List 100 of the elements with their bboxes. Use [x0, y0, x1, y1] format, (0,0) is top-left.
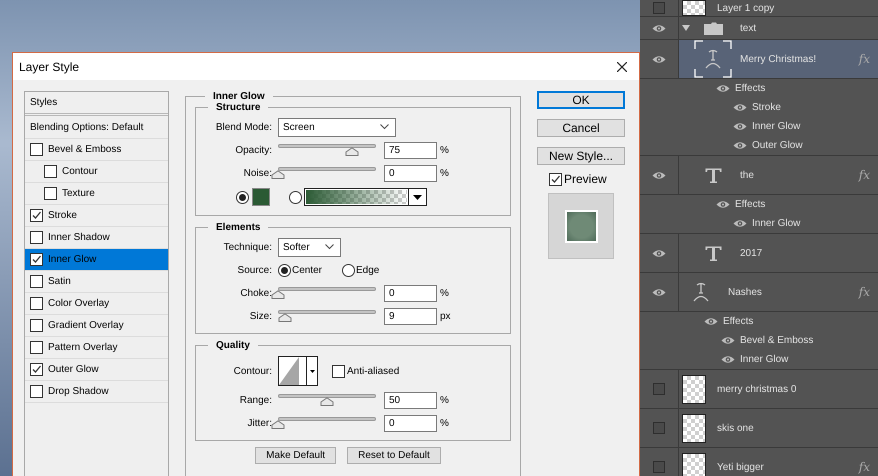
checkbox-label: Anti-aliased — [347, 366, 400, 376]
effects-label: fx — [858, 52, 870, 66]
effect-name: Effects — [735, 83, 766, 94]
effect-name: Inner Glow — [752, 218, 800, 229]
unit-label: px — [440, 310, 451, 322]
layer-name: text — [740, 22, 756, 34]
section-title: Structure — [215, 102, 262, 113]
unit-label: % — [440, 394, 449, 406]
dropdown[interactable]: Screen — [278, 118, 396, 136]
radio-button[interactable] — [342, 264, 356, 276]
style-item[interactable]: Stroke — [25, 205, 168, 227]
number-field[interactable]: 75 — [384, 142, 437, 158]
checkbox[interactable] — [30, 231, 43, 244]
layer-row[interactable]: Yeti bigger fx — [640, 448, 878, 476]
radio-button[interactable] — [289, 190, 302, 204]
layer-row[interactable]: Merry Christmas! fx — [640, 40, 878, 79]
section-title: Quality — [215, 340, 251, 351]
checkbox[interactable] — [30, 253, 43, 266]
checkbox[interactable] — [30, 385, 43, 398]
style-item[interactable]: Gradient Overlay — [25, 315, 168, 337]
field-label: Technique: — [222, 242, 272, 252]
chevron-icon — [325, 244, 334, 250]
type-icon — [704, 246, 722, 260]
window-title: Layer Style — [19, 60, 80, 74]
style-item[interactable]: Pattern Overlay — [25, 337, 168, 359]
checkbox[interactable] — [30, 297, 43, 310]
slider-thumb[interactable] — [271, 420, 285, 429]
checkbox[interactable] — [44, 187, 57, 200]
style-label: Inner Shadow — [48, 232, 110, 243]
color-swatch[interactable] — [252, 188, 270, 206]
checkbox[interactable] — [30, 319, 43, 332]
number-field[interactable]: 9 — [384, 308, 437, 324]
checkbox[interactable] — [549, 172, 562, 186]
visibility-toggle[interactable] — [653, 383, 665, 395]
checkbox[interactable] — [30, 341, 43, 354]
checkbox[interactable] — [30, 275, 43, 288]
field-label: Range: — [238, 394, 272, 406]
effects-label: fx — [858, 460, 870, 474]
effect-name: Stroke — [752, 102, 781, 113]
field-label: Opacity: — [234, 144, 272, 156]
number-field[interactable]: 0 — [384, 414, 437, 432]
slider-thumb[interactable] — [271, 290, 285, 299]
visibility-toggle[interactable] — [653, 422, 665, 434]
style-item[interactable]: Contour — [25, 161, 168, 183]
action-button[interactable]: Reset to Default — [347, 447, 441, 464]
action-button[interactable]: Make Default — [255, 447, 336, 464]
field-label: Source: — [236, 264, 272, 276]
radio-button[interactable] — [278, 264, 291, 276]
contour-picker[interactable] — [278, 356, 318, 386]
action-button[interactable]: Cancel — [537, 119, 625, 137]
layer-row[interactable]: the fx — [640, 156, 878, 195]
visibility-toggle[interactable] — [653, 2, 665, 14]
action-button[interactable]: New Style... — [537, 147, 625, 165]
style-item[interactable]: Drop Shadow — [25, 381, 168, 403]
expand-triangle-icon[interactable] — [682, 25, 690, 31]
preview-swatch — [564, 210, 598, 242]
section-title: Inner Glow — [212, 91, 266, 102]
effect-name: Effects — [723, 316, 754, 327]
style-item[interactable]: Color Overlay — [25, 293, 168, 315]
warped-type-icon — [705, 49, 721, 69]
caret-icon — [413, 194, 422, 200]
style-item[interactable]: Blending Options: Default — [25, 116, 168, 139]
checkbox[interactable] — [30, 209, 43, 222]
style-item[interactable]: Bevel & Emboss — [25, 139, 168, 161]
caret-icon — [310, 370, 314, 372]
checkbox[interactable] — [44, 165, 57, 178]
visibility-toggle[interactable] — [653, 461, 665, 473]
layer-row[interactable]: Layer 1 copy — [640, 0, 878, 17]
field-label: Choke: — [239, 288, 272, 298]
number-field[interactable]: 0 — [384, 164, 437, 182]
layer-row[interactable]: Nashes fx — [640, 273, 878, 312]
style-label: Gradient Overlay — [48, 320, 124, 331]
number-field[interactable]: 50 — [384, 392, 437, 408]
style-item[interactable]: Outer Glow — [25, 359, 168, 381]
checkbox[interactable] — [332, 364, 345, 378]
style-item[interactable]: Styles — [25, 92, 168, 116]
layer-row[interactable]: merry christmas 0 — [640, 370, 878, 409]
layer-name: Layer 1 copy — [717, 2, 774, 14]
checkbox[interactable] — [30, 363, 43, 376]
checkbox[interactable] — [30, 143, 43, 156]
gradient-picker[interactable] — [304, 188, 427, 206]
folder-icon — [704, 22, 722, 34]
effect-name: Inner Glow — [740, 354, 788, 365]
layer-row[interactable]: 2017 — [640, 234, 878, 273]
check-icon — [31, 254, 42, 265]
layer-row[interactable]: skis one — [640, 409, 878, 448]
style-label: Contour — [62, 166, 98, 177]
style-item[interactable]: Texture — [25, 183, 168, 205]
radio-button[interactable] — [236, 190, 249, 204]
warped-type-icon — [693, 282, 709, 302]
style-item[interactable]: Satin — [25, 271, 168, 293]
style-label: Color Overlay — [48, 298, 110, 309]
slider-thumb[interactable] — [271, 170, 285, 179]
ok-button[interactable]: OK — [537, 91, 625, 109]
unit-label: % — [440, 418, 449, 428]
effect-name: Effects — [735, 199, 766, 210]
number-field[interactable]: 0 — [384, 284, 437, 302]
style-item[interactable]: Inner Glow — [25, 249, 168, 271]
style-label: Drop Shadow — [48, 386, 109, 397]
dropdown[interactable]: Softer — [278, 238, 341, 256]
